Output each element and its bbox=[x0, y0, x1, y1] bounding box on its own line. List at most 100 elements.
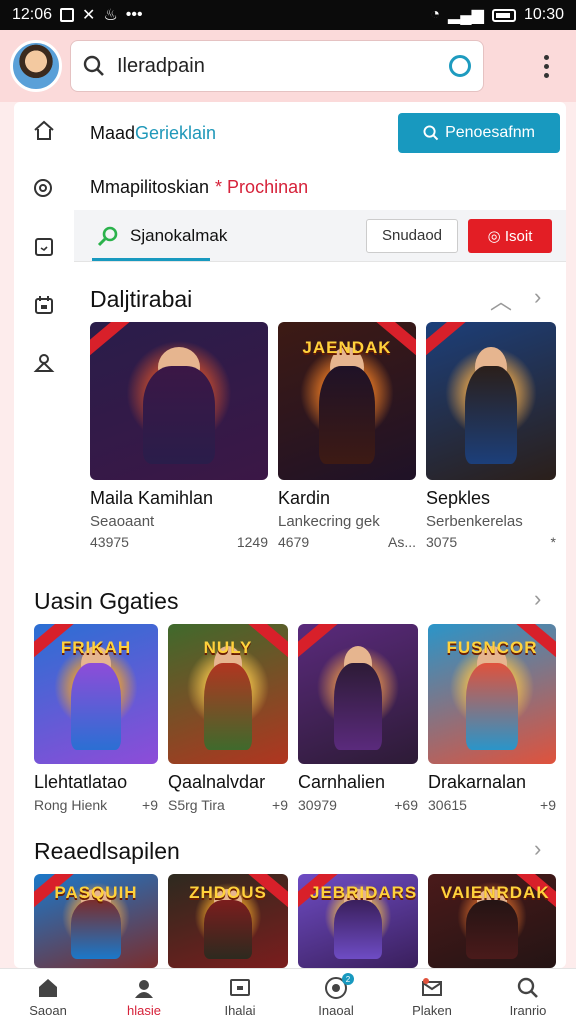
nav-item-inaoal[interactable]: 2 Inaoal bbox=[288, 969, 384, 1024]
row2-label: Mmapilitoskian bbox=[90, 176, 210, 197]
thumbnail-title: VAIENRDAK bbox=[440, 883, 550, 903]
rail-tablet-icon[interactable] bbox=[14, 218, 74, 276]
game-subtitle: S5rg Tira +9 bbox=[168, 797, 288, 813]
thumbnail-title: FUSNCOR bbox=[446, 638, 538, 657]
game-card[interactable]: FRIKAH Llehtatlatao Rong Hienk +9 bbox=[34, 624, 158, 813]
game-name: Carnhalien bbox=[298, 772, 386, 792]
search-icon bbox=[515, 975, 541, 1001]
chevron-right-icon[interactable]: › bbox=[534, 836, 541, 862]
thumbnail-title: JAENDAK bbox=[302, 337, 392, 357]
nav-label: Plaken bbox=[412, 1003, 452, 1018]
avatar[interactable] bbox=[10, 40, 62, 92]
thumbnail-title: NULY bbox=[203, 638, 253, 657]
home-icon bbox=[35, 975, 61, 1001]
game-thumbnail[interactable]: ZHDOUS bbox=[168, 874, 288, 968]
overflow-menu-icon[interactable] bbox=[534, 54, 558, 78]
status-time-left: 12:06 bbox=[12, 6, 53, 23]
header-row-2: Mmapilitoskian * Prochinan bbox=[74, 164, 566, 210]
rail-home-icon[interactable] bbox=[14, 102, 74, 160]
battery-icon bbox=[491, 8, 516, 22]
row1-link[interactable]: Gerieklain bbox=[135, 123, 216, 143]
game-thumbnail[interactable] bbox=[426, 322, 556, 480]
rail-calendar-icon[interactable] bbox=[14, 276, 74, 334]
header-content: MaadGerieklain Penoesafnm Mmapilitoskian… bbox=[74, 102, 566, 262]
game-thumbnail[interactable]: JEBRIDARS bbox=[298, 874, 418, 968]
game-thumbnail[interactable] bbox=[298, 624, 418, 764]
main-panel: MaadGerieklain Penoesafnm Mmapilitoskian… bbox=[14, 102, 566, 968]
wifi-icon: ◔ bbox=[430, 6, 440, 23]
search-icon bbox=[83, 55, 104, 76]
game-name: Llehtatlatao bbox=[34, 772, 128, 792]
game-thumbnail[interactable]: VAIENRDAK bbox=[428, 874, 556, 968]
game-thumbnail[interactable]: JAENDAK bbox=[278, 322, 416, 480]
game-name: Maila Kamihlan bbox=[90, 488, 214, 508]
game-stats: 3075 * bbox=[426, 534, 556, 550]
nav-label: Saoan bbox=[29, 1003, 67, 1018]
game-card[interactable]: VAIENRDAK bbox=[428, 874, 556, 968]
game-name: Drakarnalan bbox=[428, 772, 527, 792]
game-card[interactable]: ZHDOUS bbox=[168, 874, 288, 968]
game-card[interactable]: PASQUIH bbox=[34, 874, 158, 968]
game-subtitle: 30979 +69 bbox=[298, 797, 418, 813]
row2-red-label[interactable]: * Prochinan bbox=[215, 177, 308, 198]
thumbnail-title: ZHDOUS bbox=[189, 883, 267, 903]
nav-item-iranrio[interactable]: Iranrio bbox=[480, 969, 576, 1024]
red-action-button[interactable]: ◎ Isoit bbox=[468, 218, 552, 253]
game-thumbnail[interactable] bbox=[90, 322, 268, 480]
section-title: Daljtirabai bbox=[90, 286, 193, 312]
game-thumbnail[interactable]: NULY bbox=[168, 624, 288, 764]
section-title: Reaedlsapilen bbox=[34, 838, 180, 864]
game-card[interactable]: JAENDAK Kardin Lankecring gek 4679 As... bbox=[278, 322, 416, 550]
search-bar[interactable]: Ileradpain bbox=[70, 40, 484, 92]
game-name: Sepkles bbox=[426, 488, 491, 508]
nav-item-ihalai[interactable]: Ihalai bbox=[192, 969, 288, 1024]
search-input[interactable]: Ileradpain bbox=[117, 55, 449, 78]
rail-search-icon[interactable] bbox=[14, 160, 74, 218]
primary-search-button[interactable]: Penoesafnm bbox=[398, 113, 560, 153]
status-bar: 12:06 ✕ ♨ ••• ◔ ▂▄▆ 10:30 bbox=[0, 0, 576, 30]
row1-prefix: Maad bbox=[90, 122, 136, 143]
filter-label[interactable]: Sjanokalmak bbox=[130, 226, 227, 246]
leaf-search-icon bbox=[97, 226, 118, 246]
game-subtitle: 30615 +9 bbox=[428, 797, 556, 813]
nav-label: hlasie bbox=[127, 1003, 161, 1018]
game-subtitle: Serbenkerelas bbox=[426, 513, 523, 530]
user-icon bbox=[131, 975, 157, 1001]
game-subtitle: Seaoaant bbox=[90, 513, 155, 530]
game-thumbnail[interactable]: FRIKAH bbox=[34, 624, 158, 764]
active-filter-underline bbox=[92, 258, 210, 261]
fire-icon: ♨ bbox=[103, 7, 118, 24]
app-bar: Ileradpain bbox=[0, 30, 576, 102]
thumbnail-title: JEBRIDARS bbox=[310, 883, 418, 903]
more-notifications-icon: ••• bbox=[125, 6, 143, 23]
thumbnail-title: PASQUIH bbox=[54, 883, 138, 903]
chevron-right-icon[interactable]: › bbox=[534, 284, 541, 310]
game-thumbnail[interactable]: PASQUIH bbox=[34, 874, 158, 968]
mail-icon bbox=[419, 975, 445, 1001]
nav-item-saoan[interactable]: Saoan bbox=[0, 969, 96, 1024]
secondary-button[interactable]: Snudaod bbox=[366, 218, 458, 253]
nav-label: Iranrio bbox=[509, 1003, 547, 1018]
nav-label: Ihalai bbox=[224, 1003, 256, 1018]
game-thumbnail[interactable]: FUSNCOR bbox=[428, 624, 556, 764]
game-name: Kardin bbox=[278, 488, 331, 508]
bottom-navigation: Saoan hlasie Ihalai 2 Inaoal Plaken Iranrio bbox=[0, 968, 576, 1024]
game-card[interactable]: JEBRIDARS bbox=[298, 874, 418, 968]
game-card[interactable]: NULY Qaalnalvdar S5rg Tira +9 bbox=[168, 624, 288, 813]
game-card[interactable]: Carnhalien 30979 +69 bbox=[298, 624, 418, 813]
game-card[interactable]: Maila Kamihlan Seaoaant 43975 1249 bbox=[90, 322, 268, 550]
chevron-up-icon[interactable]: ︿ bbox=[490, 284, 512, 316]
nav-label: Inaoal bbox=[318, 1003, 354, 1018]
game-subtitle: Lankecring gek bbox=[278, 513, 380, 530]
section-title: Uasin Ggaties bbox=[34, 588, 179, 614]
nav-item-hlasie[interactable]: hlasie bbox=[96, 969, 192, 1024]
side-rail bbox=[14, 102, 74, 372]
nav-item-plaken[interactable]: Plaken bbox=[384, 969, 480, 1024]
rail-user-icon[interactable] bbox=[14, 334, 74, 392]
chevron-right-icon[interactable]: › bbox=[534, 586, 541, 612]
close-notification-icon: ✕ bbox=[82, 7, 96, 24]
thumbnail-title: FRIKAH bbox=[60, 638, 132, 657]
game-card[interactable]: Sepkles Serbenkerelas 3075 * bbox=[426, 322, 556, 550]
game-card[interactable]: FUSNCOR Drakarnalan 30615 +9 bbox=[428, 624, 556, 813]
lens-icon[interactable] bbox=[449, 55, 471, 77]
